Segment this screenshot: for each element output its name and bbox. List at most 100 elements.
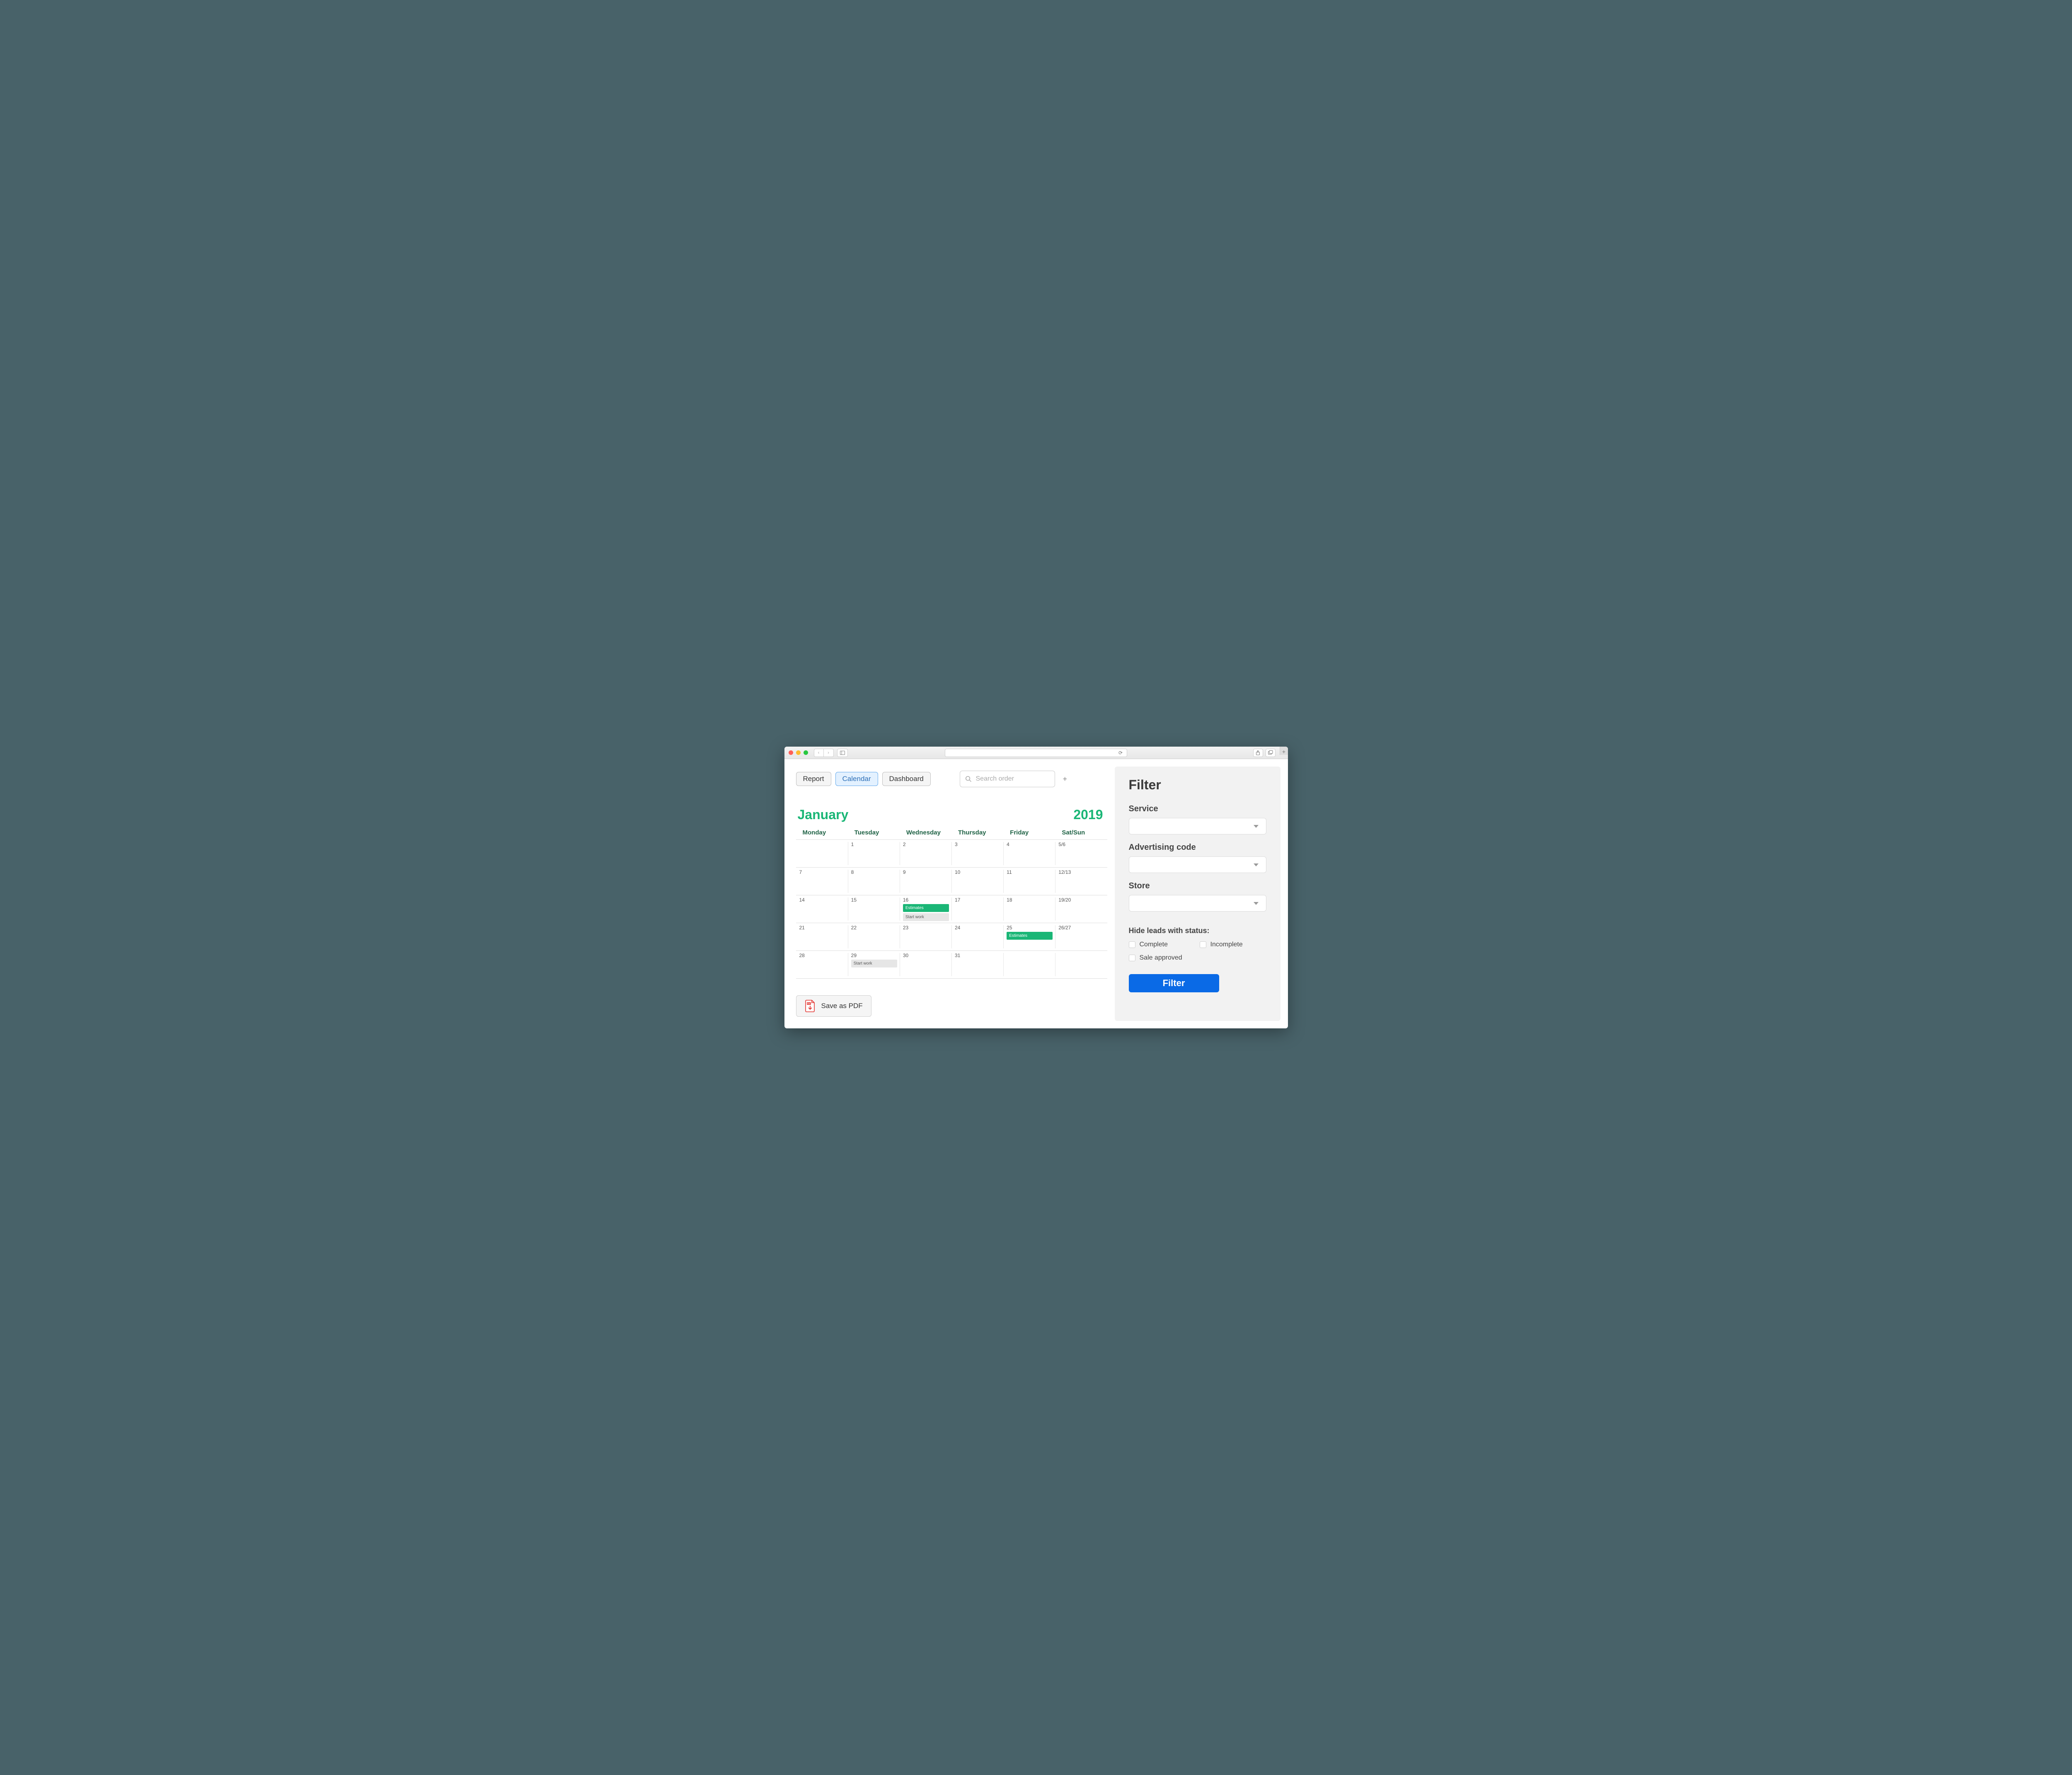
calendar-event[interactable]: Estimates bbox=[1007, 932, 1053, 940]
close-window-icon[interactable] bbox=[789, 750, 793, 755]
day-number: 4 bbox=[1007, 842, 1053, 847]
checkbox-icon bbox=[1200, 941, 1206, 948]
calendar-year: 2019 bbox=[1073, 807, 1103, 822]
chevron-down-icon bbox=[1254, 863, 1259, 866]
calendar-cell[interactable] bbox=[1055, 951, 1107, 978]
calendar-week: 789 101112/13 bbox=[796, 867, 1107, 895]
filter-title: Filter bbox=[1129, 777, 1266, 793]
calendar-month: January bbox=[798, 807, 849, 822]
checkbox-label: Incomplete bbox=[1210, 941, 1243, 948]
svg-text:PDF: PDF bbox=[807, 1003, 811, 1005]
search-box[interactable] bbox=[960, 771, 1055, 787]
calendar-header: January 2019 bbox=[796, 807, 1107, 822]
calendar-cell[interactable]: 28 bbox=[796, 951, 848, 978]
calendar-cell[interactable]: 15 bbox=[848, 895, 900, 923]
filter-button[interactable]: Filter bbox=[1129, 974, 1219, 992]
calendar-cell[interactable]: 17 bbox=[951, 895, 1003, 923]
tab-report[interactable]: Report bbox=[796, 772, 831, 786]
add-order-button[interactable]: + bbox=[1061, 775, 1069, 784]
calendar-cell[interactable]: 30 bbox=[900, 951, 951, 978]
search-input[interactable] bbox=[975, 775, 1049, 783]
checkbox-label: Sale approved bbox=[1140, 954, 1182, 962]
calendar-event[interactable]: Start work bbox=[851, 960, 897, 967]
forward-button[interactable]: › bbox=[824, 749, 834, 757]
calendar-cell[interactable]: 19/20 bbox=[1055, 895, 1107, 923]
day-number: 5/6 bbox=[1058, 842, 1104, 847]
calendar-grid: Monday Tuesday Wednesday Thursday Friday… bbox=[796, 829, 1107, 979]
filter-field-label-service: Service bbox=[1129, 804, 1266, 814]
day-number: 1 bbox=[851, 842, 897, 847]
filter-panel: Filter Service Advertising code Store Hi… bbox=[1115, 767, 1280, 1021]
tabs-button[interactable] bbox=[1266, 749, 1276, 757]
calendar-cell[interactable]: 22 bbox=[848, 923, 900, 950]
service-select[interactable] bbox=[1129, 818, 1266, 834]
calendar-cell[interactable]: 11 bbox=[1003, 868, 1055, 895]
calendar-cell[interactable] bbox=[796, 840, 848, 867]
calendar-cell[interactable]: 2 bbox=[900, 840, 951, 867]
tab-dashboard[interactable]: Dashboard bbox=[882, 772, 931, 786]
calendar-event[interactable]: Start work bbox=[903, 913, 949, 921]
calendar-cell[interactable]: 24 bbox=[951, 923, 1003, 950]
calendar-cell[interactable]: 7 bbox=[796, 868, 848, 895]
calendar-cell[interactable]: 14 bbox=[796, 895, 848, 923]
search-icon bbox=[965, 775, 972, 783]
day-number: 17 bbox=[955, 897, 1001, 903]
calendar-cell[interactable]: 29Start work bbox=[848, 951, 900, 978]
sidebar-toggle-button[interactable] bbox=[837, 749, 848, 757]
new-tab-button[interactable]: + bbox=[1280, 747, 1288, 755]
maximize-window-icon[interactable] bbox=[804, 750, 808, 755]
save-as-pdf-label: Save as PDF bbox=[821, 1002, 863, 1010]
store-select[interactable] bbox=[1129, 895, 1266, 912]
hide-leads-title: Hide leads with status: bbox=[1129, 926, 1266, 935]
day-number: 16 bbox=[903, 897, 949, 903]
calendar-cell[interactable]: 18 bbox=[1003, 895, 1055, 923]
calendar-cell[interactable]: 31 bbox=[951, 951, 1003, 978]
day-number: 10 bbox=[955, 869, 1001, 875]
day-header: Monday bbox=[796, 829, 848, 836]
titlebar: ‹ › ⟳ + bbox=[784, 747, 1288, 759]
checkbox-sale-approved[interactable]: Sale approved bbox=[1129, 954, 1196, 962]
pdf-icon: PDF bbox=[805, 1000, 816, 1012]
calendar-cell[interactable]: 9 bbox=[900, 868, 951, 895]
calendar-event[interactable]: Estimates bbox=[903, 904, 949, 912]
minimize-window-icon[interactable] bbox=[796, 750, 801, 755]
day-number: 24 bbox=[955, 925, 1001, 931]
calendar-cell[interactable]: 8 bbox=[848, 868, 900, 895]
calendar-cell[interactable]: 16EstimatesStart work bbox=[900, 895, 951, 923]
day-header: Wednesday bbox=[900, 829, 951, 836]
day-number: 26/27 bbox=[1058, 925, 1104, 931]
calendar-cell[interactable]: 25Estimates bbox=[1003, 923, 1055, 950]
search-wrap: + bbox=[960, 771, 1069, 787]
back-button[interactable]: ‹ bbox=[814, 749, 824, 757]
calendar-cell[interactable]: 3 bbox=[951, 840, 1003, 867]
calendar-week: 123 4 5/6 bbox=[796, 839, 1107, 867]
tab-calendar[interactable]: Calendar bbox=[835, 772, 878, 786]
calendar-cell[interactable]: 10 bbox=[951, 868, 1003, 895]
browser-window: ‹ › ⟳ + Report Calendar Dashboard bbox=[784, 747, 1288, 1028]
day-number: 12/13 bbox=[1058, 869, 1104, 875]
refresh-icon[interactable]: ⟳ bbox=[1118, 750, 1123, 756]
checkbox-complete[interactable]: Complete bbox=[1129, 941, 1196, 948]
day-number: 3 bbox=[955, 842, 1001, 847]
calendar-cell[interactable]: 12/13 bbox=[1055, 868, 1107, 895]
calendar-cell[interactable]: 1 bbox=[848, 840, 900, 867]
calendar-cell[interactable]: 5/6 bbox=[1055, 840, 1107, 867]
advertising-code-select[interactable] bbox=[1129, 856, 1266, 873]
day-number: 8 bbox=[851, 869, 897, 875]
calendar-cell[interactable]: 26/27 bbox=[1055, 923, 1107, 950]
checkbox-label: Complete bbox=[1140, 941, 1168, 948]
calendar-cell[interactable]: 23 bbox=[900, 923, 951, 950]
calendar-day-headers: Monday Tuesday Wednesday Thursday Friday… bbox=[796, 829, 1107, 839]
url-bar[interactable]: ⟳ bbox=[945, 749, 1127, 757]
calendar-cell[interactable] bbox=[1003, 951, 1055, 978]
day-number: 22 bbox=[851, 925, 897, 931]
checkbox-incomplete[interactable]: Incomplete bbox=[1200, 941, 1266, 948]
save-as-pdf-button[interactable]: PDF Save as PDF bbox=[796, 995, 871, 1017]
calendar-cell[interactable]: 21 bbox=[796, 923, 848, 950]
day-number: 23 bbox=[903, 925, 949, 931]
day-header: Tuesday bbox=[848, 829, 900, 836]
share-button[interactable] bbox=[1253, 749, 1263, 757]
calendar-cell[interactable]: 4 bbox=[1003, 840, 1055, 867]
day-number: 28 bbox=[799, 953, 845, 958]
calendar-week: 141516EstimatesStart work 171819/20 bbox=[796, 895, 1107, 923]
